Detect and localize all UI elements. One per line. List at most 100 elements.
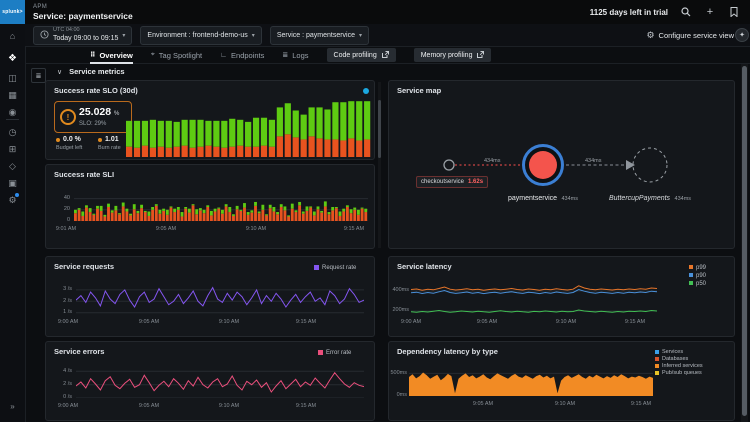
info-dot[interactable] (363, 88, 369, 94)
panel-title: Service errors (54, 347, 104, 356)
panel-title: Service latency (397, 262, 452, 271)
tab-logs[interactable]: ≣ Logs (282, 47, 308, 64)
tab-tag-spotlight[interactable]: ⌖ Tag Spotlight (151, 47, 202, 64)
page-scrollbar-thumb[interactable] (742, 66, 747, 416)
legend-label[interactable]: Error rate (326, 350, 351, 356)
slo-status-box[interactable]: ! 25.028 % SLO: 29% (54, 101, 132, 133)
service-node-checkoutservice[interactable]: checkoutservice 1.62s (416, 176, 488, 188)
settings-icon[interactable]: ⚙ (0, 192, 25, 208)
legend-swatch[interactable] (318, 350, 323, 355)
x-tick: 9:10 AM (551, 320, 581, 326)
service-latency-panel: Service latency p99 p90 p50 400ms 200ms … (388, 256, 735, 337)
legend-label[interactable]: p90 (696, 273, 706, 279)
external-link-icon (382, 51, 389, 60)
splunk-logo-text: splunk> (2, 9, 22, 15)
ai-assistant-button[interactable]: ✦ (735, 28, 749, 42)
legend-label[interactable]: Inferred services (662, 364, 703, 370)
rum-icon[interactable]: ◉ (0, 104, 25, 120)
service-dropdown[interactable]: Service : paymentservice ▾ (270, 26, 369, 45)
edge-latency-label: 434ms (484, 158, 501, 164)
top-bar: APM Service: paymentservice 1125 days le… (25, 0, 750, 25)
x-tick: 9:10 AM (214, 320, 244, 326)
latency-line-chart[interactable] (411, 283, 657, 316)
edge-latency-label: 434ms (585, 158, 602, 164)
infrastructure-icon[interactable]: ◫ (0, 70, 25, 86)
legend-swatch[interactable] (689, 281, 693, 285)
dependency-area-chart[interactable] (409, 368, 653, 396)
time-range-value: Today 09:00 to 09:15 (53, 35, 118, 42)
metrics-sidebar-toggle[interactable]: ≣ (31, 68, 46, 83)
slo-bar-chart[interactable] (126, 95, 372, 157)
slo-target: SLO: 29% (79, 121, 106, 127)
app-sidebar: splunk> ⌂ ❖ ◫ ▦ ◉ ◷ ⊞ ◇ ▣ ⚙ » (0, 0, 26, 422)
y-tick: 500ms (389, 371, 407, 377)
legend-swatch[interactable] (655, 357, 659, 361)
x-tick: 9:15 AM (626, 402, 656, 408)
home-icon[interactable]: ⌂ (0, 28, 25, 44)
settings-notification-dot (15, 193, 19, 197)
bookmark-icon[interactable] (728, 6, 740, 18)
sli-panel: Success rate SLI 40 20 0 9:01 AM 9:05 AM… (45, 164, 375, 249)
legend-label[interactable]: Pub/sub queues (662, 371, 702, 377)
x-tick: 9:15 AM (291, 404, 321, 410)
grid-icon: ⠿ (90, 51, 95, 59)
legend-swatch[interactable] (655, 371, 659, 375)
x-tick: 9:05 AM (134, 404, 164, 410)
search-icon[interactable] (680, 6, 692, 18)
splunk-logo[interactable]: splunk> (0, 0, 25, 24)
legend-label[interactable]: Request rate (322, 265, 356, 271)
budget-value: 0.0 % (63, 136, 81, 143)
configure-service-view-button[interactable]: ⚙ Configure service view (646, 30, 734, 41)
apm-icon[interactable]: ❖ (0, 50, 25, 66)
panel-title: Success rate SLI (54, 170, 114, 179)
legend-label[interactable]: Databases (662, 357, 688, 363)
memory-profiling-button[interactable]: Memory profiling (414, 48, 492, 62)
legend-swatch[interactable] (655, 364, 659, 368)
sli-bar-chart[interactable] (74, 193, 368, 221)
tabs-bar: ⠿ Overview ⌖ Tag Spotlight ∟ Endpoints ≣… (25, 47, 750, 64)
section-title: Service metrics (69, 67, 124, 76)
burnrate-value: 1.01 (105, 136, 119, 143)
tab-overview[interactable]: ⠿ Overview (90, 47, 133, 64)
security-icon[interactable]: ▣ (0, 175, 25, 191)
incidents-icon[interactable]: ⊞ (0, 141, 25, 157)
legend-label[interactable]: p99 (696, 265, 706, 271)
x-tick: 9:10 AM (241, 227, 271, 233)
service-metrics-section-toggle[interactable]: ∨ Service metrics (57, 67, 125, 76)
burnrate-dot (98, 138, 102, 142)
errors-line-chart[interactable] (76, 368, 364, 398)
dashboards-icon[interactable]: ▦ (0, 87, 25, 103)
environment-dropdown[interactable]: Environment : frontend-demo-us ▾ (140, 26, 261, 45)
metrics-scrollbar-thumb[interactable] (378, 100, 381, 158)
x-tick: 9:00 AM (53, 320, 83, 326)
legend-swatch[interactable] (689, 273, 693, 277)
x-tick: 9:05 AM (134, 320, 164, 326)
timezone-label: UTC 04:00 (53, 28, 118, 34)
time-range-picker[interactable]: UTC 04:00 Today 09:00 to 09:15 ▾ (33, 26, 132, 45)
service-node-paymentservice[interactable] (522, 144, 564, 186)
legend-label[interactable]: Services (662, 350, 683, 356)
code-profiling-button[interactable]: Code profiling (327, 48, 396, 62)
page-title: Service: paymentservice (33, 12, 133, 21)
sidebar-expand-button[interactable]: » (0, 398, 25, 414)
node-label: ButtercupPayments (609, 195, 670, 202)
chevron-down-icon: ∨ (57, 68, 62, 76)
chevron-down-icon: ▾ (359, 32, 362, 39)
x-tick: 9:00 AM (396, 320, 426, 326)
legend-swatch[interactable] (689, 265, 693, 269)
synthetics-icon[interactable]: ◇ (0, 158, 25, 174)
x-tick: 9:00 AM (53, 404, 83, 410)
tab-endpoints[interactable]: ∟ Endpoints (220, 47, 264, 64)
legend-swatch[interactable] (655, 350, 659, 354)
legend-label[interactable]: p50 (696, 281, 706, 287)
paymentservice-error-core (529, 151, 557, 179)
add-icon[interactable]: + (704, 6, 716, 18)
budget-dot (56, 138, 60, 142)
x-tick: 9:05 AM (151, 227, 181, 233)
y-tick: 40 (56, 196, 70, 202)
legend-swatch[interactable] (314, 265, 319, 270)
requests-line-chart[interactable] (76, 283, 364, 315)
alerts-icon[interactable]: ◷ (0, 124, 25, 140)
y-tick: 200ms (389, 308, 409, 314)
title-block: APM Service: paymentservice (33, 4, 133, 21)
